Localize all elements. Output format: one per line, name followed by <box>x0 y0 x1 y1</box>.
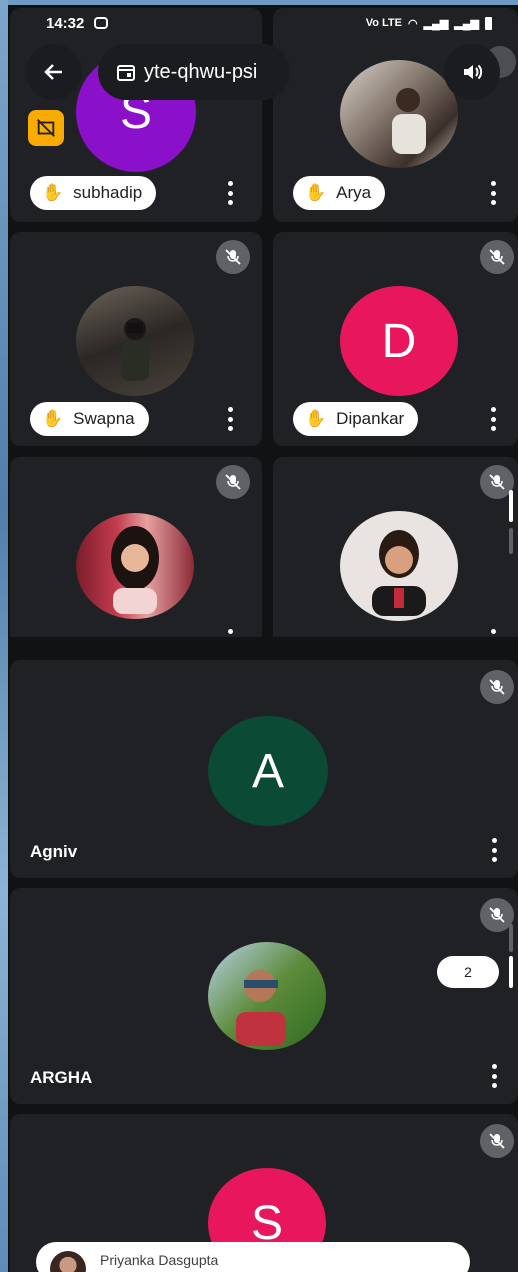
more-options-icon[interactable] <box>225 181 235 205</box>
hand-raised-icon: ✋ <box>305 183 327 202</box>
participant-tile-subhadip[interactable]: S ✋ subhadip <box>10 8 262 222</box>
participant-name-pill: ✋ Dipankar <box>293 402 419 436</box>
more-options-icon[interactable] <box>488 181 498 205</box>
hand-raised-icon: ✋ <box>42 409 64 428</box>
speaker-icon <box>464 64 483 80</box>
wifi-icon: ◠ <box>407 17 418 30</box>
signal-icon: ▂▄▆ <box>423 17 449 30</box>
window-frame-top <box>0 0 518 5</box>
participant-tile-arya[interactable]: ✋ Arya <box>273 8 518 222</box>
status-bar: 14:32 Vo LTE ◠ ▂▄▆ ▂▄▆ <box>46 12 492 34</box>
participant-name-pill: ✋ subhadip <box>30 176 157 210</box>
participant-tile[interactable] <box>10 457 262 637</box>
audio-output-button[interactable] <box>444 44 500 100</box>
hand-raised-icon: ✋ <box>305 409 327 428</box>
participant-avatar <box>76 286 194 396</box>
mic-off-icon <box>216 465 250 499</box>
more-options-icon[interactable] <box>489 1064 499 1088</box>
participant-avatar: A <box>208 716 328 826</box>
participant-tile-swapna[interactable]: ✋ Swapna <box>10 232 262 446</box>
more-options-icon[interactable] <box>489 838 499 862</box>
participant-name: ARGHA <box>30 1068 93 1087</box>
arrow-left-icon <box>44 64 62 80</box>
back-button[interactable] <box>26 44 82 100</box>
avatar <box>50 1251 86 1272</box>
participant-avatar <box>76 513 194 619</box>
battery-icon <box>485 16 492 30</box>
meeting-code-chip[interactable]: yte-qhwu-psi <box>98 44 290 100</box>
screen-record-icon <box>94 17 109 29</box>
hand-raised-icon: ✋ <box>42 183 64 202</box>
mic-off-icon <box>480 670 514 704</box>
more-options-icon[interactable] <box>488 629 498 637</box>
participant-toast[interactable]: Priyanka Dasgupta <box>36 1242 470 1272</box>
participant-name-pill: ✋ Arya <box>293 176 386 210</box>
window-frame-left <box>0 0 8 1272</box>
mic-off-icon <box>216 240 250 274</box>
participants-count-badge[interactable]: 2 <box>437 956 499 988</box>
participant-tile-agniv[interactable]: A Agniv <box>10 660 518 878</box>
participant-tile-argha[interactable]: ARGHA <box>10 888 518 1104</box>
signal-icon-2: ▂▄▆ <box>454 17 479 30</box>
scrollbar-track <box>509 924 513 952</box>
mic-off-icon <box>480 240 514 274</box>
mic-off-icon <box>480 1124 514 1158</box>
participant-avatar <box>340 60 458 168</box>
more-options-icon[interactable] <box>488 407 498 431</box>
more-options-icon[interactable] <box>225 407 235 431</box>
participant-avatar: D <box>340 286 458 396</box>
participant-name-pill: ✋ Swapna <box>30 402 149 436</box>
more-options-icon[interactable] <box>225 629 235 637</box>
participant-name: Agniv <box>30 842 78 861</box>
participant-avatar <box>340 511 458 621</box>
scrollbar-thumb[interactable] <box>509 490 513 522</box>
scrollbar-thumb[interactable] <box>509 956 513 988</box>
calendar-icon <box>117 65 135 81</box>
participant-tile-dipankar[interactable]: D ✋ Dipankar <box>273 232 518 446</box>
camera-off-icon <box>28 110 64 146</box>
participant-tile[interactable] <box>273 457 518 637</box>
participant-avatar <box>208 942 326 1050</box>
scrollbar-track <box>509 528 513 554</box>
